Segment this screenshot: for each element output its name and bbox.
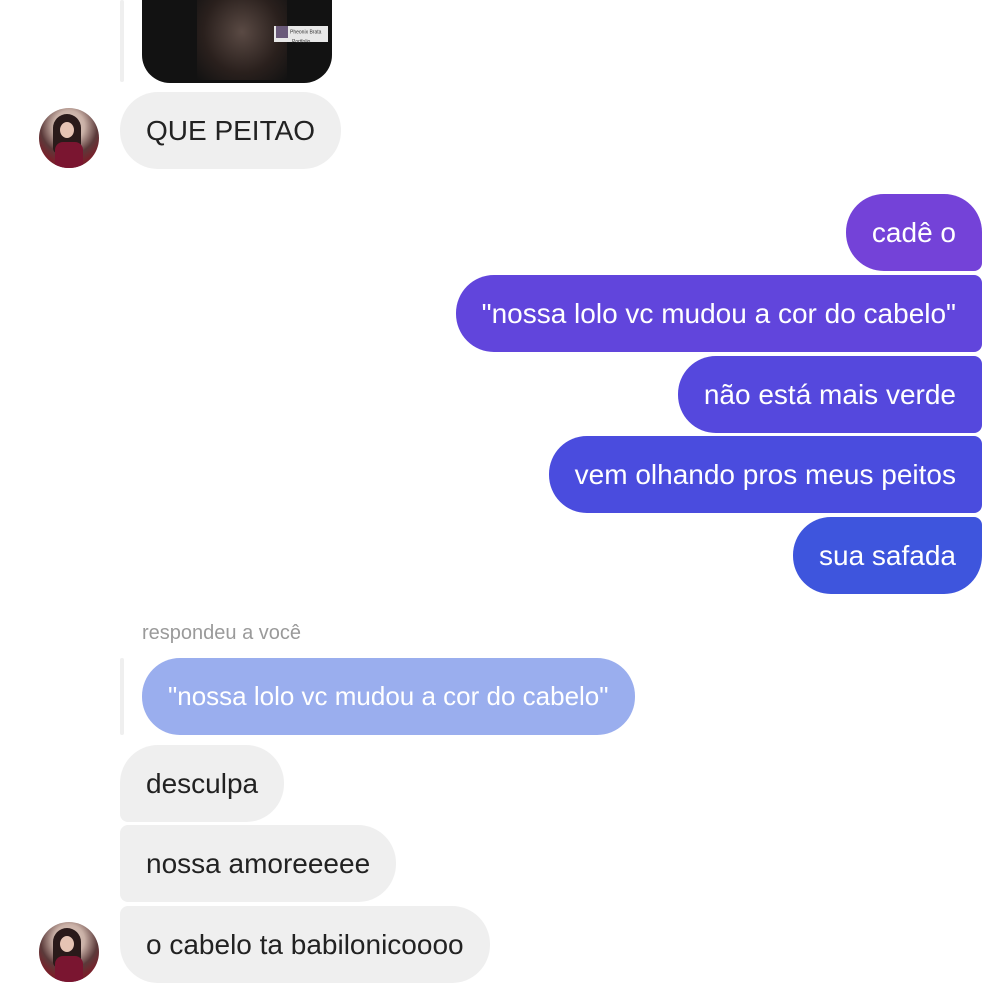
- message-text: não está mais verde: [703, 378, 956, 410]
- avatar-face: [60, 122, 74, 138]
- image-message[interactable]: Pheonix Brata Portfolio: [142, 0, 332, 83]
- outgoing-message[interactable]: "nossa lolo vc mudou a cor do cabelo": [455, 275, 982, 352]
- outgoing-message[interactable]: não está mais verde: [677, 356, 982, 433]
- message-text: cadê o: [871, 216, 956, 248]
- message-text: vem olhando pros meus peitos: [574, 458, 956, 490]
- outgoing-message[interactable]: cadê o: [845, 194, 982, 271]
- message-text: "nossa lolo vc mudou a cor do cabelo": [481, 297, 956, 329]
- contact-avatar[interactable]: [39, 922, 99, 982]
- watermark-title: Pheonix Brata: [290, 29, 322, 36]
- watermark-subtitle: Portfolio: [292, 39, 311, 45]
- reply-indicator-bar: [120, 0, 124, 82]
- message-text: nossa amoreeeee: [146, 847, 371, 879]
- message-text: o cabelo ta babilonicoooo: [146, 928, 464, 960]
- avatar-face: [60, 936, 74, 952]
- incoming-message[interactable]: QUE PEITAO: [120, 92, 342, 169]
- watermark-logo-icon: [276, 26, 288, 38]
- avatar-dress: [55, 956, 83, 982]
- avatar-dress: [55, 142, 83, 168]
- incoming-message[interactable]: desculpa: [120, 745, 285, 822]
- message-text: sua safada: [819, 539, 956, 571]
- reply-indicator-bar: [120, 658, 124, 735]
- outgoing-message[interactable]: sua safada: [793, 517, 982, 594]
- reply-label: respondeu a você: [142, 622, 302, 644]
- message-text: desculpa: [146, 767, 259, 799]
- outgoing-message[interactable]: vem olhando pros meus peitos: [548, 436, 982, 513]
- message-text: QUE PEITAO: [146, 114, 316, 146]
- incoming-message[interactable]: o cabelo ta babilonicoooo: [120, 906, 490, 983]
- contact-avatar[interactable]: [39, 108, 99, 168]
- incoming-message[interactable]: nossa amoreeeee: [120, 825, 397, 902]
- photo-watermark: Pheonix Brata Portfolio: [274, 26, 328, 45]
- quoted-message[interactable]: "nossa lolo vc mudou a cor do cabelo": [142, 658, 635, 735]
- quoted-text: "nossa lolo vc mudou a cor do cabelo": [168, 681, 609, 711]
